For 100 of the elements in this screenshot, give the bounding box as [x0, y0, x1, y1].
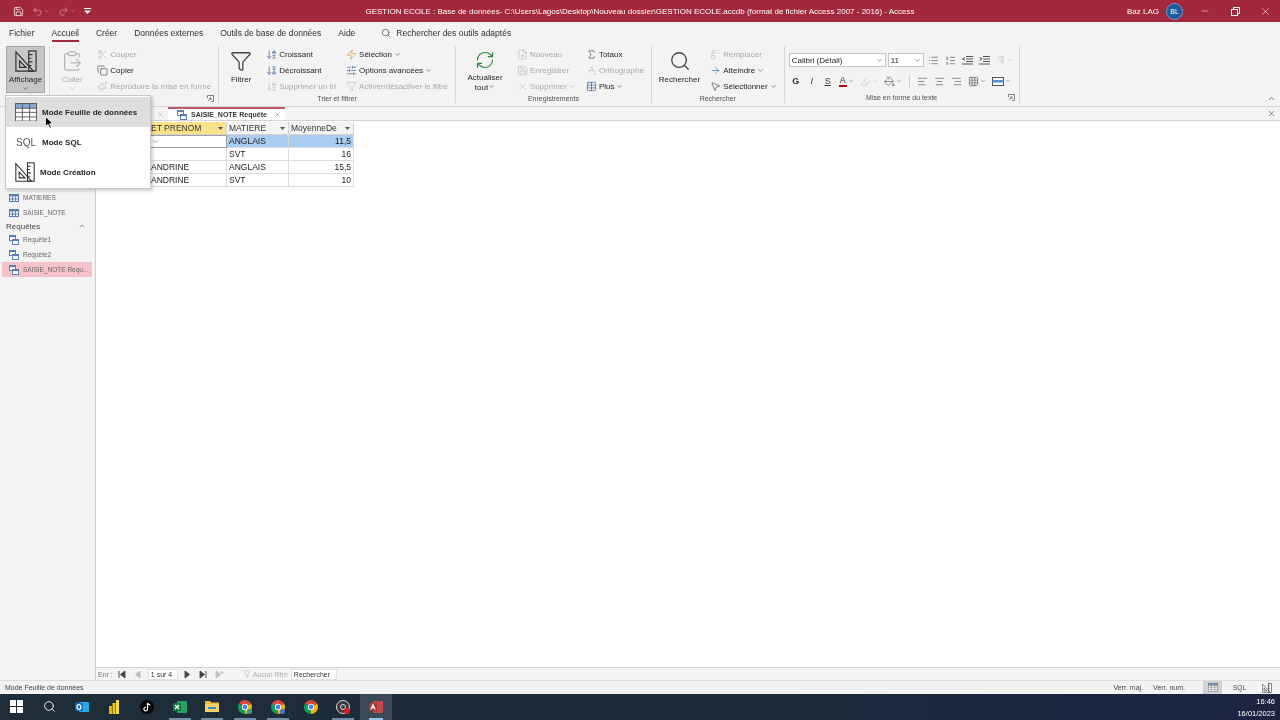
go-to-button[interactable]: Atteindre [707, 62, 780, 78]
replace-icon [710, 48, 722, 60]
caret-icon [875, 56, 883, 64]
menu-item[interactable]: Mode Feuille de données [6, 97, 150, 127]
spreadsheet-app-icon [172, 700, 187, 714]
collapse-ribbon-button[interactable] [1267, 94, 1276, 103]
nav-group-header[interactable]: Requêtes [0, 220, 95, 232]
close-icon [1259, 5, 1271, 17]
lightning-icon [346, 48, 358, 60]
spell-check-icon [585, 64, 597, 76]
font-size-select[interactable]: 11 [887, 53, 924, 67]
menu-tab[interactable]: Outils de base de données [220, 24, 322, 42]
sql-icon: SQL [15, 136, 37, 148]
caret-icon [895, 78, 902, 84]
color-tool-button[interactable] [881, 73, 904, 89]
table-cell: 15,5 [289, 161, 354, 174]
window-title: GESTION ECOLE : Base de données- C:\Users\Lagos\Desktop\Nouveau dossier\GESTION ECOLE.accdb (format de fichier Access 2007 - 2016) - Access [365, 6, 915, 16]
funnel-icon [242, 670, 251, 678]
caret-icon [70, 8, 76, 14]
selection-button[interactable]: Sélection [343, 46, 451, 62]
search-icon [42, 700, 56, 713]
table-cell: SVT [227, 148, 289, 161]
text-style-button[interactable]: S [820, 73, 835, 89]
table-cell: 10 [289, 174, 354, 187]
combo-field[interactable] [149, 135, 227, 148]
table-icon [585, 80, 597, 92]
text-style-button[interactable]: G [788, 73, 803, 89]
launcher-icon [207, 95, 215, 102]
close-tab-button[interactable] [273, 111, 281, 118]
find-button[interactable]: Rechercher [655, 46, 704, 93]
caret-icon [68, 84, 76, 92]
advanced-options-button[interactable]: Options avancées [343, 62, 451, 78]
indent-decrease-icon [961, 55, 973, 65]
table-cell: 16 [289, 148, 354, 161]
refresh-all-button[interactable]: Actualiser tout [460, 46, 510, 93]
copy-button[interactable]: Copier [94, 62, 215, 78]
paragraph-icon [995, 55, 1006, 65]
close-icon [273, 111, 281, 118]
sort-icon [266, 80, 278, 92]
totals-button[interactable]: Totaux [582, 46, 647, 62]
numbered-list-icon [944, 54, 956, 66]
menu-tab[interactable]: Aide [338, 24, 356, 42]
column-header[interactable]: MoyenneDe [289, 122, 354, 135]
sort-descending-icon [266, 64, 278, 76]
caret-icon [568, 82, 576, 90]
launcher-icon [1007, 94, 1015, 101]
last-record-icon [198, 669, 208, 679]
table-cell: ANGLAIS [227, 135, 289, 148]
record-nav-button[interactable] [115, 668, 129, 680]
menu-tab[interactable]: Fichier [9, 24, 35, 42]
align-center-icon [933, 75, 945, 87]
menu-item[interactable]: SQL Mode SQL [6, 127, 150, 157]
dropdown-arrow-icon [218, 126, 223, 130]
tell-me-field[interactable]: Rechercher des outils adaptés [396, 26, 529, 40]
bar-chart-app-icon [107, 700, 122, 714]
view-button[interactable] [1203, 681, 1222, 694]
paintbrush-icon [97, 80, 109, 92]
menu-tab[interactable]: Données externes [134, 24, 204, 42]
filter-button[interactable]: Filtrer [223, 46, 260, 93]
close-icon [157, 111, 164, 118]
caret-icon [616, 82, 624, 90]
taskbar-app-button[interactable] [359, 694, 393, 720]
font-select[interactable]: Calibri (Détail) [788, 53, 886, 67]
column-header[interactable]: ET PRENOM [149, 122, 227, 135]
new-record-icon [214, 669, 224, 679]
arrow-right-icon [710, 64, 722, 76]
menu-tab[interactable]: Créer [95, 24, 118, 42]
sort-ascending-button[interactable]: Croissant [263, 46, 340, 62]
mail-app-icon [74, 700, 89, 714]
funnel-icon [346, 80, 358, 92]
redo-icon [58, 5, 69, 17]
dialog-launcher-button[interactable] [207, 95, 215, 102]
dropdown-arrow-icon [280, 126, 285, 130]
scissors-icon [97, 48, 109, 60]
text-style-button[interactable]: I [804, 73, 819, 89]
table-cell: ANDRINE [149, 161, 227, 174]
refresh-icon [474, 50, 496, 70]
menu-tab[interactable]: Accueil [51, 24, 79, 42]
dialog-launcher-button[interactable] [1007, 94, 1015, 101]
sort-descending-button[interactable]: Décroissant [263, 62, 340, 78]
caret-icon [22, 84, 30, 92]
align-left-icon [916, 75, 928, 87]
select-button[interactable]: Sélectionner [707, 78, 780, 94]
more-button[interactable]: Plus [582, 78, 647, 94]
column-header[interactable]: MATIERE [227, 122, 289, 135]
dropdown-arrow-icon [345, 126, 350, 130]
table-icon [9, 208, 19, 217]
browser-icon [303, 700, 318, 714]
view-button[interactable]: Affichage [6, 46, 46, 93]
music-note-app-icon [140, 700, 155, 714]
font-color-button[interactable]: A [836, 73, 856, 89]
caret-icon [78, 222, 86, 230]
record-nav-button[interactable] [196, 668, 210, 680]
funnel-icon [230, 50, 253, 72]
menu-item[interactable]: Mode Création [6, 157, 150, 187]
caret-icon [44, 8, 50, 14]
mouse-pointer-icon [45, 116, 54, 129]
recorder-app-icon [336, 700, 351, 714]
close-icon [1267, 109, 1276, 118]
table-icon [9, 193, 19, 202]
